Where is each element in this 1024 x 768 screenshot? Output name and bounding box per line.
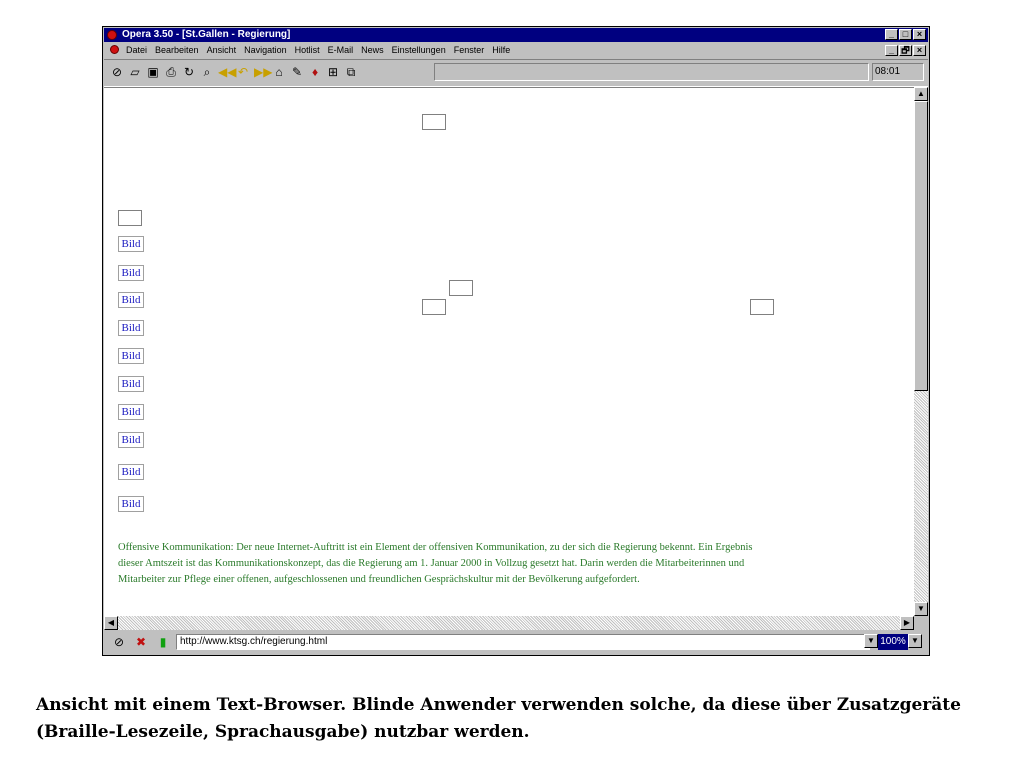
menu-navigation[interactable]: Navigation xyxy=(244,43,287,57)
image-placeholder-link[interactable]: Bild xyxy=(118,236,144,252)
zoom-value[interactable]: 100% xyxy=(878,634,908,650)
vertical-scrollbar[interactable]: ▲ ▼ xyxy=(914,87,928,616)
menu-fenster[interactable]: Fenster xyxy=(454,43,485,57)
image-placeholder-link[interactable]: Bild xyxy=(118,496,144,512)
image-frame xyxy=(449,280,473,296)
image-placeholder-link[interactable]: Bild xyxy=(118,265,144,281)
maximize-button[interactable]: □ xyxy=(899,29,912,40)
image-placeholder-link[interactable]: Bild xyxy=(118,404,144,420)
back-fast-icon[interactable]: ◀◀ xyxy=(218,65,236,79)
save-icon[interactable]: ▣ xyxy=(146,65,160,79)
image-placeholder-link[interactable]: Bild xyxy=(118,348,144,364)
body-paragraph: Offensive Kommunikation: Der neue Intern… xyxy=(118,542,753,585)
mail-icon[interactable]: ♦ xyxy=(308,65,322,79)
opera-logo-icon xyxy=(107,30,117,40)
menu-email[interactable]: E-Mail xyxy=(328,43,354,57)
menu-hotlist[interactable]: Hotlist xyxy=(295,43,320,57)
stop-icon[interactable]: ✖ xyxy=(134,635,148,649)
scroll-right-button[interactable]: ▶ xyxy=(900,616,914,630)
doc-restore-button[interactable]: 🗗 xyxy=(899,45,912,56)
toolbar-field[interactable] xyxy=(434,63,869,81)
page-content: Bild Bild Bild Bild Bild Bild Bild Bild … xyxy=(104,87,914,617)
clock: 08:01 xyxy=(872,63,924,81)
menu-bar: Datei Bearbeiten Ansicht Navigation Hotl… xyxy=(104,43,928,57)
document-icon[interactable] xyxy=(110,45,119,54)
find-icon[interactable]: ⌕ xyxy=(200,65,214,79)
cascade-icon[interactable]: ⧉ xyxy=(344,65,358,79)
menu-ansicht[interactable]: Ansicht xyxy=(207,43,237,57)
open-page-icon[interactable]: ⊘ xyxy=(112,635,126,649)
reload-icon[interactable]: ↻ xyxy=(182,65,196,79)
image-placeholder-link[interactable]: Bild xyxy=(118,320,144,336)
back-icon[interactable]: ↶ xyxy=(236,65,250,79)
print-icon[interactable]: ⎙ xyxy=(164,65,178,79)
url-input[interactable]: http://www.ktsg.ch/regierung.html xyxy=(176,634,870,650)
doc-minimize-button[interactable]: _ xyxy=(885,45,898,56)
image-frame xyxy=(422,114,446,130)
image-frame xyxy=(118,210,142,226)
home-icon[interactable]: ⌂ xyxy=(272,65,286,79)
open-icon[interactable]: ⊘ xyxy=(110,65,124,79)
menu-einstellungen[interactable]: Einstellungen xyxy=(392,43,446,57)
window-title: Opera 3.50 - [St.Gallen - Regierung] xyxy=(122,29,291,40)
horizontal-scrollbar[interactable]: ◀ ▶ xyxy=(104,616,914,630)
image-placeholder-link[interactable]: Bild xyxy=(118,464,144,480)
scroll-thumb[interactable] xyxy=(914,101,928,391)
menu-datei[interactable]: Datei xyxy=(126,43,147,57)
forward-icon[interactable]: ▶▶ xyxy=(254,65,272,79)
image-frame xyxy=(750,299,774,315)
image-placeholder-link[interactable]: Bild xyxy=(118,376,144,392)
toolbar: ⊘ ▱ ▣ ⎙ ↻ ⌕ ◀◀ ↶ ▶▶ ⌂ ✎ ♦ ⊞ ⧉ 08:01 xyxy=(104,59,928,87)
zoom-control[interactable]: ▼ 100% ▼ xyxy=(864,634,922,650)
close-button[interactable]: × xyxy=(913,29,926,40)
menu-news[interactable]: News xyxy=(361,43,384,57)
zoom-dropdown-button[interactable]: ▼ xyxy=(864,634,878,648)
zoom-step-button[interactable]: ▼ xyxy=(908,634,922,648)
tile-icon[interactable]: ⊞ xyxy=(326,65,340,79)
image-placeholder-link[interactable]: Bild xyxy=(118,432,144,448)
hotlist-icon[interactable]: ✎ xyxy=(290,65,304,79)
menu-bearbeiten[interactable]: Bearbeiten xyxy=(155,43,199,57)
doc-close-button[interactable]: × xyxy=(913,45,926,56)
scroll-down-button[interactable]: ▼ xyxy=(914,602,928,616)
browser-window: Opera 3.50 - [St.Gallen - Regierung] _ □… xyxy=(102,26,930,656)
title-bar[interactable]: Opera 3.50 - [St.Gallen - Regierung] _ □… xyxy=(104,28,928,42)
slide-caption: Ansicht mit einem Text-Browser. Blinde A… xyxy=(36,695,961,742)
image-placeholder-link[interactable]: Bild xyxy=(118,292,144,308)
minimize-button[interactable]: _ xyxy=(885,29,898,40)
status-bar: ⊘ ✖ ▮ http://www.ktsg.ch/regierung.html … xyxy=(104,631,928,653)
menu-hilfe[interactable]: Hilfe xyxy=(492,43,510,57)
scroll-left-button[interactable]: ◀ xyxy=(104,616,118,630)
image-frame xyxy=(422,299,446,315)
folder-icon[interactable]: ▱ xyxy=(128,65,142,79)
security-icon: ▮ xyxy=(159,635,167,649)
scroll-up-button[interactable]: ▲ xyxy=(914,87,928,101)
